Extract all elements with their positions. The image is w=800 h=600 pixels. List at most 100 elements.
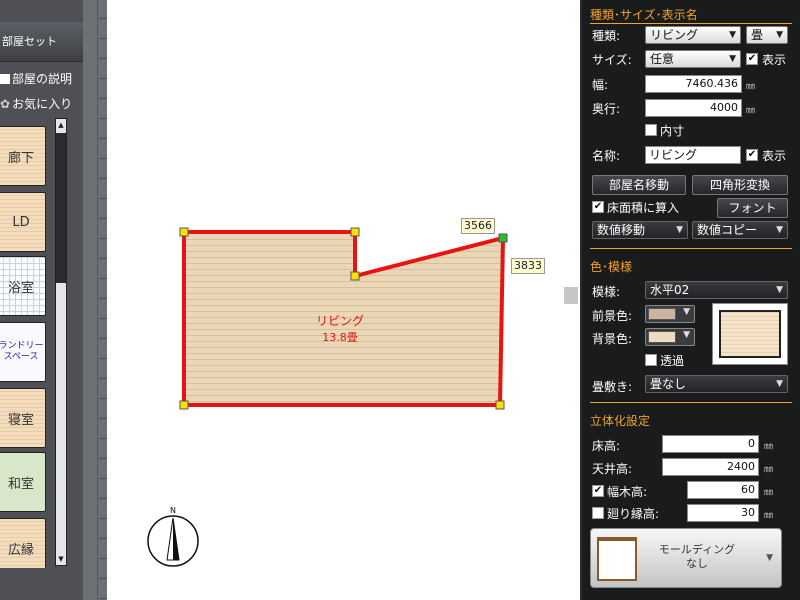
- section-3d-title: 立体化設定: [590, 414, 651, 428]
- foreground-color-picker[interactable]: ▼: [645, 305, 695, 323]
- name-label: 名称:: [592, 149, 621, 163]
- canvas-scroll-thumb[interactable]: [564, 287, 578, 304]
- baseboard-input[interactable]: 60: [687, 481, 759, 499]
- size-dropdown[interactable]: 任意 ▼: [645, 50, 741, 68]
- name-input[interactable]: リビング: [645, 146, 741, 164]
- width-input[interactable]: 7460.436: [645, 75, 742, 93]
- ruler-tick: [99, 578, 107, 579]
- palette-scrollbar[interactable]: ▲ ▼: [55, 118, 67, 566]
- vertex-handle[interactable]: [495, 400, 505, 410]
- pattern-dropdown[interactable]: 水平02 ▼: [645, 281, 788, 299]
- room-set-panel: 部屋セット 部屋の説明 ✿ お気に入り 廊下 LD 浴室 ランドリー スペース 寝…: [0, 0, 83, 600]
- pattern-label: 模様:: [592, 285, 621, 299]
- room-tile-ld[interactable]: LD: [0, 192, 46, 252]
- section-divider: [590, 248, 792, 249]
- background-color-picker[interactable]: ▼: [645, 328, 695, 346]
- room-tile-japanese-room[interactable]: 和室: [0, 452, 46, 512]
- move-room-name-button[interactable]: 部屋名移動: [592, 175, 686, 195]
- vertex-handle[interactable]: [350, 271, 360, 281]
- room-tile-bathroom[interactable]: 浴室: [0, 256, 46, 316]
- mawari-input[interactable]: 30: [687, 504, 759, 522]
- numeric-copy-dropdown[interactable]: 数値コピー ▼: [692, 221, 788, 239]
- chevron-down-icon: ▼: [776, 225, 783, 235]
- room-name-label: リビング: [316, 314, 364, 328]
- vertex-handle-selected[interactable]: [498, 233, 508, 243]
- chevron-down-icon: ▼: [729, 30, 736, 40]
- floor-area-checkbox[interactable]: ✔: [592, 201, 604, 213]
- floor-height-unit: ㎜: [764, 442, 774, 452]
- room-tile-engawa[interactable]: 広縁: [0, 518, 46, 568]
- section-type-size-title: 種類･サイズ･表示名: [590, 8, 698, 22]
- chevron-down-icon: ▼: [676, 225, 683, 235]
- baseboard-checkbox[interactable]: ✔: [592, 485, 604, 497]
- chevron-down-icon: ▼: [776, 379, 783, 389]
- pattern-preview: [712, 303, 788, 365]
- floor-plan-canvas[interactable]: リビング 13.8畳 N 3566 3833: [107, 0, 579, 600]
- ruler-tick: [99, 338, 107, 339]
- inner-dimension-checkbox[interactable]: [645, 124, 657, 136]
- canvas-scrollbar[interactable]: [562, 0, 580, 600]
- chevron-down-icon: ▼: [776, 30, 783, 40]
- vertex-handle[interactable]: [179, 227, 189, 237]
- ruler-tick: [99, 318, 107, 319]
- ruler-tick: [99, 398, 107, 399]
- ruler-tick: [99, 358, 107, 359]
- section-divider: [590, 23, 792, 24]
- compass-north-label: N: [170, 506, 176, 515]
- floor-height-input[interactable]: 0: [662, 435, 759, 453]
- ceiling-height-label: 天井高:: [592, 462, 633, 476]
- ceiling-height-unit: ㎜: [764, 465, 774, 475]
- vertex-handle[interactable]: [179, 400, 189, 410]
- mawari-checkbox[interactable]: [592, 507, 604, 519]
- depth-unit: ㎜: [746, 106, 756, 116]
- floor-height-label: 床高:: [592, 439, 621, 453]
- convert-rectangle-button[interactable]: 四角形変換: [692, 175, 788, 195]
- molding-preview-icon: [597, 537, 637, 581]
- tatami-label: 畳敷き:: [592, 380, 633, 394]
- room-description-toggle[interactable]: 部屋の説明: [0, 70, 72, 87]
- ruler-tick: [99, 418, 107, 419]
- unit-dropdown[interactable]: 畳 ▼: [746, 26, 788, 44]
- gear-icon: ✿: [0, 97, 11, 111]
- ruler-tick: [99, 238, 107, 239]
- room-tile-laundry[interactable]: ランドリー スペース: [0, 322, 46, 382]
- molding-dropdown[interactable]: モールディング なし ▼: [590, 528, 782, 588]
- checkbox-icon: [0, 74, 10, 84]
- room-set-title: 部屋セット: [0, 22, 83, 62]
- ruler-tick: [99, 18, 107, 19]
- room-palette: 廊下 LD 浴室 ランドリー スペース 寝室 和室 広縁: [0, 118, 54, 568]
- ruler-tick: [99, 518, 107, 519]
- ruler-tick: [99, 298, 107, 299]
- ceiling-height-input[interactable]: 2400: [662, 458, 759, 476]
- type-dropdown[interactable]: リビング ▼: [645, 26, 741, 44]
- scroll-up-icon[interactable]: ▲: [56, 119, 66, 131]
- ruler-line: [97, 0, 98, 600]
- tatami-dropdown[interactable]: 畳なし ▼: [645, 375, 788, 393]
- section-color-pattern-title: 色･模様: [590, 260, 633, 274]
- size-show-checkbox[interactable]: ✔: [746, 53, 758, 65]
- ruler-tick: [99, 498, 107, 499]
- dimension-top-label[interactable]: 3566: [461, 218, 495, 234]
- room-description-label: 部屋の説明: [12, 72, 73, 86]
- dimension-right-label[interactable]: 3833: [511, 258, 545, 274]
- depth-input[interactable]: 4000: [645, 99, 742, 117]
- ruler-tick: [99, 558, 107, 559]
- numeric-copy-label: 数値コピー: [697, 223, 758, 237]
- favorites-toggle[interactable]: ✿ お気に入り: [0, 95, 72, 112]
- numeric-move-dropdown[interactable]: 数値移動 ▼: [592, 221, 688, 239]
- scroll-down-icon[interactable]: ▼: [56, 553, 66, 565]
- ruler-tick: [99, 38, 107, 39]
- ruler-tick: [99, 438, 107, 439]
- transparent-checkbox[interactable]: [645, 354, 657, 366]
- ruler-tick: [99, 178, 107, 179]
- name-show-checkbox[interactable]: ✔: [746, 149, 758, 161]
- font-button[interactable]: フォント: [717, 198, 788, 218]
- pattern-preview-swatch: [719, 310, 781, 358]
- room-tile-bedroom[interactable]: 寝室: [0, 388, 46, 448]
- vertex-handle[interactable]: [350, 227, 360, 237]
- compass-icon: N: [147, 506, 199, 567]
- scroll-thumb[interactable]: [56, 133, 66, 283]
- width-label: 幅:: [592, 78, 609, 92]
- room-tile-corridor[interactable]: 廊下: [0, 126, 46, 186]
- molding-label: モールディング: [658, 543, 736, 556]
